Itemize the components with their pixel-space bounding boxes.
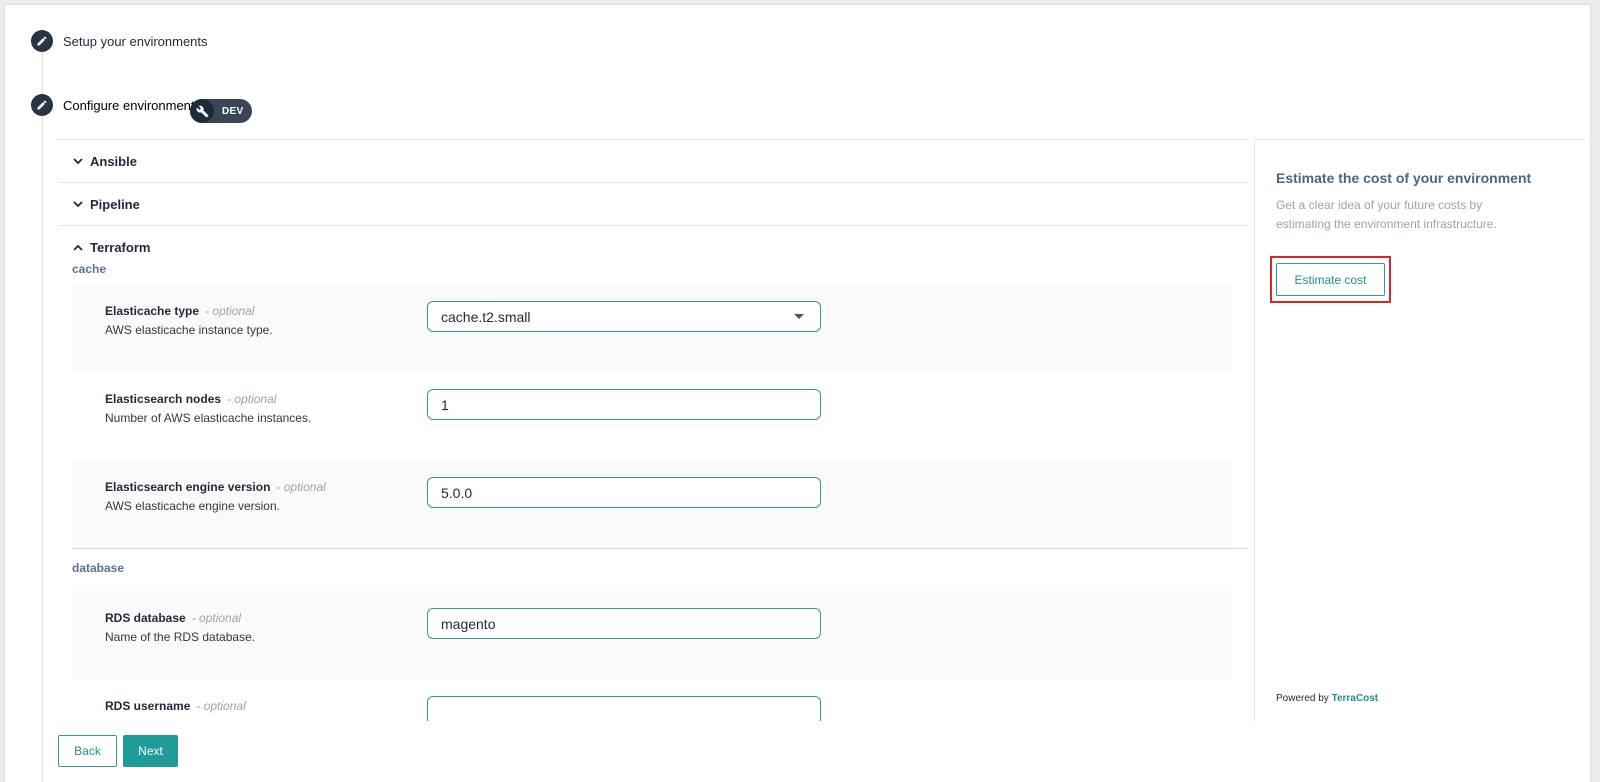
- step-setup-title[interactable]: Setup your environments: [63, 34, 208, 49]
- field-row-rds-username: RDS username - optional: [72, 679, 1232, 721]
- next-button[interactable]: Next: [123, 735, 178, 767]
- accordion-pipeline-label: Pipeline: [90, 196, 140, 212]
- field-label: RDS database - optional: [105, 611, 242, 625]
- field-label: Elasticsearch engine version - optional: [105, 480, 326, 494]
- configuration-panel: Ansible Pipeline Terraform cache Elastic…: [58, 139, 1248, 721]
- optional-tag: - optional: [196, 699, 246, 713]
- field-row-elasticsearch-nodes: Elasticsearch nodes - optional Number of …: [72, 372, 1232, 460]
- elasticsearch-engine-version-input[interactable]: 5.0.0: [427, 477, 821, 508]
- field-label: RDS username - optional: [105, 699, 246, 713]
- field-description: AWS elasticache instance type.: [105, 323, 273, 337]
- field-description: AWS elasticache engine version.: [105, 499, 280, 513]
- back-button[interactable]: Back: [58, 735, 117, 767]
- wrench-icon: [190, 99, 214, 123]
- powered-by: Powered by TerraCost: [1276, 693, 1378, 704]
- optional-tag: - optional: [205, 304, 255, 318]
- elasticache-type-select[interactable]: cache.t2.small: [427, 301, 821, 332]
- timeline-line: [42, 35, 43, 782]
- rds-username-input[interactable]: [427, 696, 821, 721]
- accordion-ansible[interactable]: Ansible: [58, 140, 1248, 183]
- accordion-pipeline[interactable]: Pipeline: [58, 183, 1248, 226]
- section-divider: [72, 548, 1248, 549]
- chevron-down-icon: [73, 158, 83, 165]
- section-label-cache: cache: [72, 262, 107, 276]
- field-label: Elasticsearch nodes - optional: [105, 392, 277, 406]
- dropdown-caret-icon: [794, 314, 804, 319]
- edit-icon[interactable]: [31, 94, 53, 116]
- optional-tag: - optional: [191, 611, 242, 625]
- field-row-elasticache-type: Elasticache type - optional AWS elasticac…: [72, 284, 1232, 372]
- terracost-link[interactable]: TerraCost: [1332, 693, 1379, 704]
- edit-icon[interactable]: [31, 30, 53, 52]
- optional-tag: - optional: [276, 480, 326, 494]
- rds-database-input[interactable]: magento: [427, 608, 821, 639]
- accordion-terraform-label: Terraform: [90, 240, 151, 255]
- elasticsearch-nodes-input[interactable]: 1: [427, 389, 821, 420]
- cost-panel-title: Estimate the cost of your environment: [1276, 170, 1532, 186]
- section-label-database: database: [72, 561, 125, 575]
- field-row-rds-database: RDS database - optional Name of the RDS d…: [72, 591, 1232, 679]
- step-configure-title: Configure environment:: [63, 98, 199, 113]
- cost-panel-description: Get a clear idea of your future costs by…: [1276, 198, 1497, 231]
- chevron-down-icon: [73, 201, 83, 208]
- select-value: cache.t2.small: [441, 308, 531, 325]
- environment-chip-label: DEV: [222, 105, 244, 117]
- optional-tag: - optional: [227, 392, 277, 406]
- chevron-up-icon: [73, 244, 83, 251]
- field-row-elasticsearch-engine-version: Elasticsearch engine version - optional A…: [72, 460, 1232, 548]
- cost-estimate-panel: Estimate the cost of your environment Ge…: [1254, 139, 1585, 721]
- field-description: Number of AWS elasticache instances.: [105, 411, 312, 425]
- field-description: Name of the RDS database.: [105, 630, 256, 644]
- environment-chip: DEV: [190, 99, 252, 123]
- accordion-ansible-label: Ansible: [90, 153, 137, 169]
- field-label: Elasticache type - optional: [105, 304, 255, 318]
- powered-by-text: Powered by: [1276, 693, 1329, 704]
- estimate-cost-button[interactable]: Estimate cost: [1276, 263, 1385, 296]
